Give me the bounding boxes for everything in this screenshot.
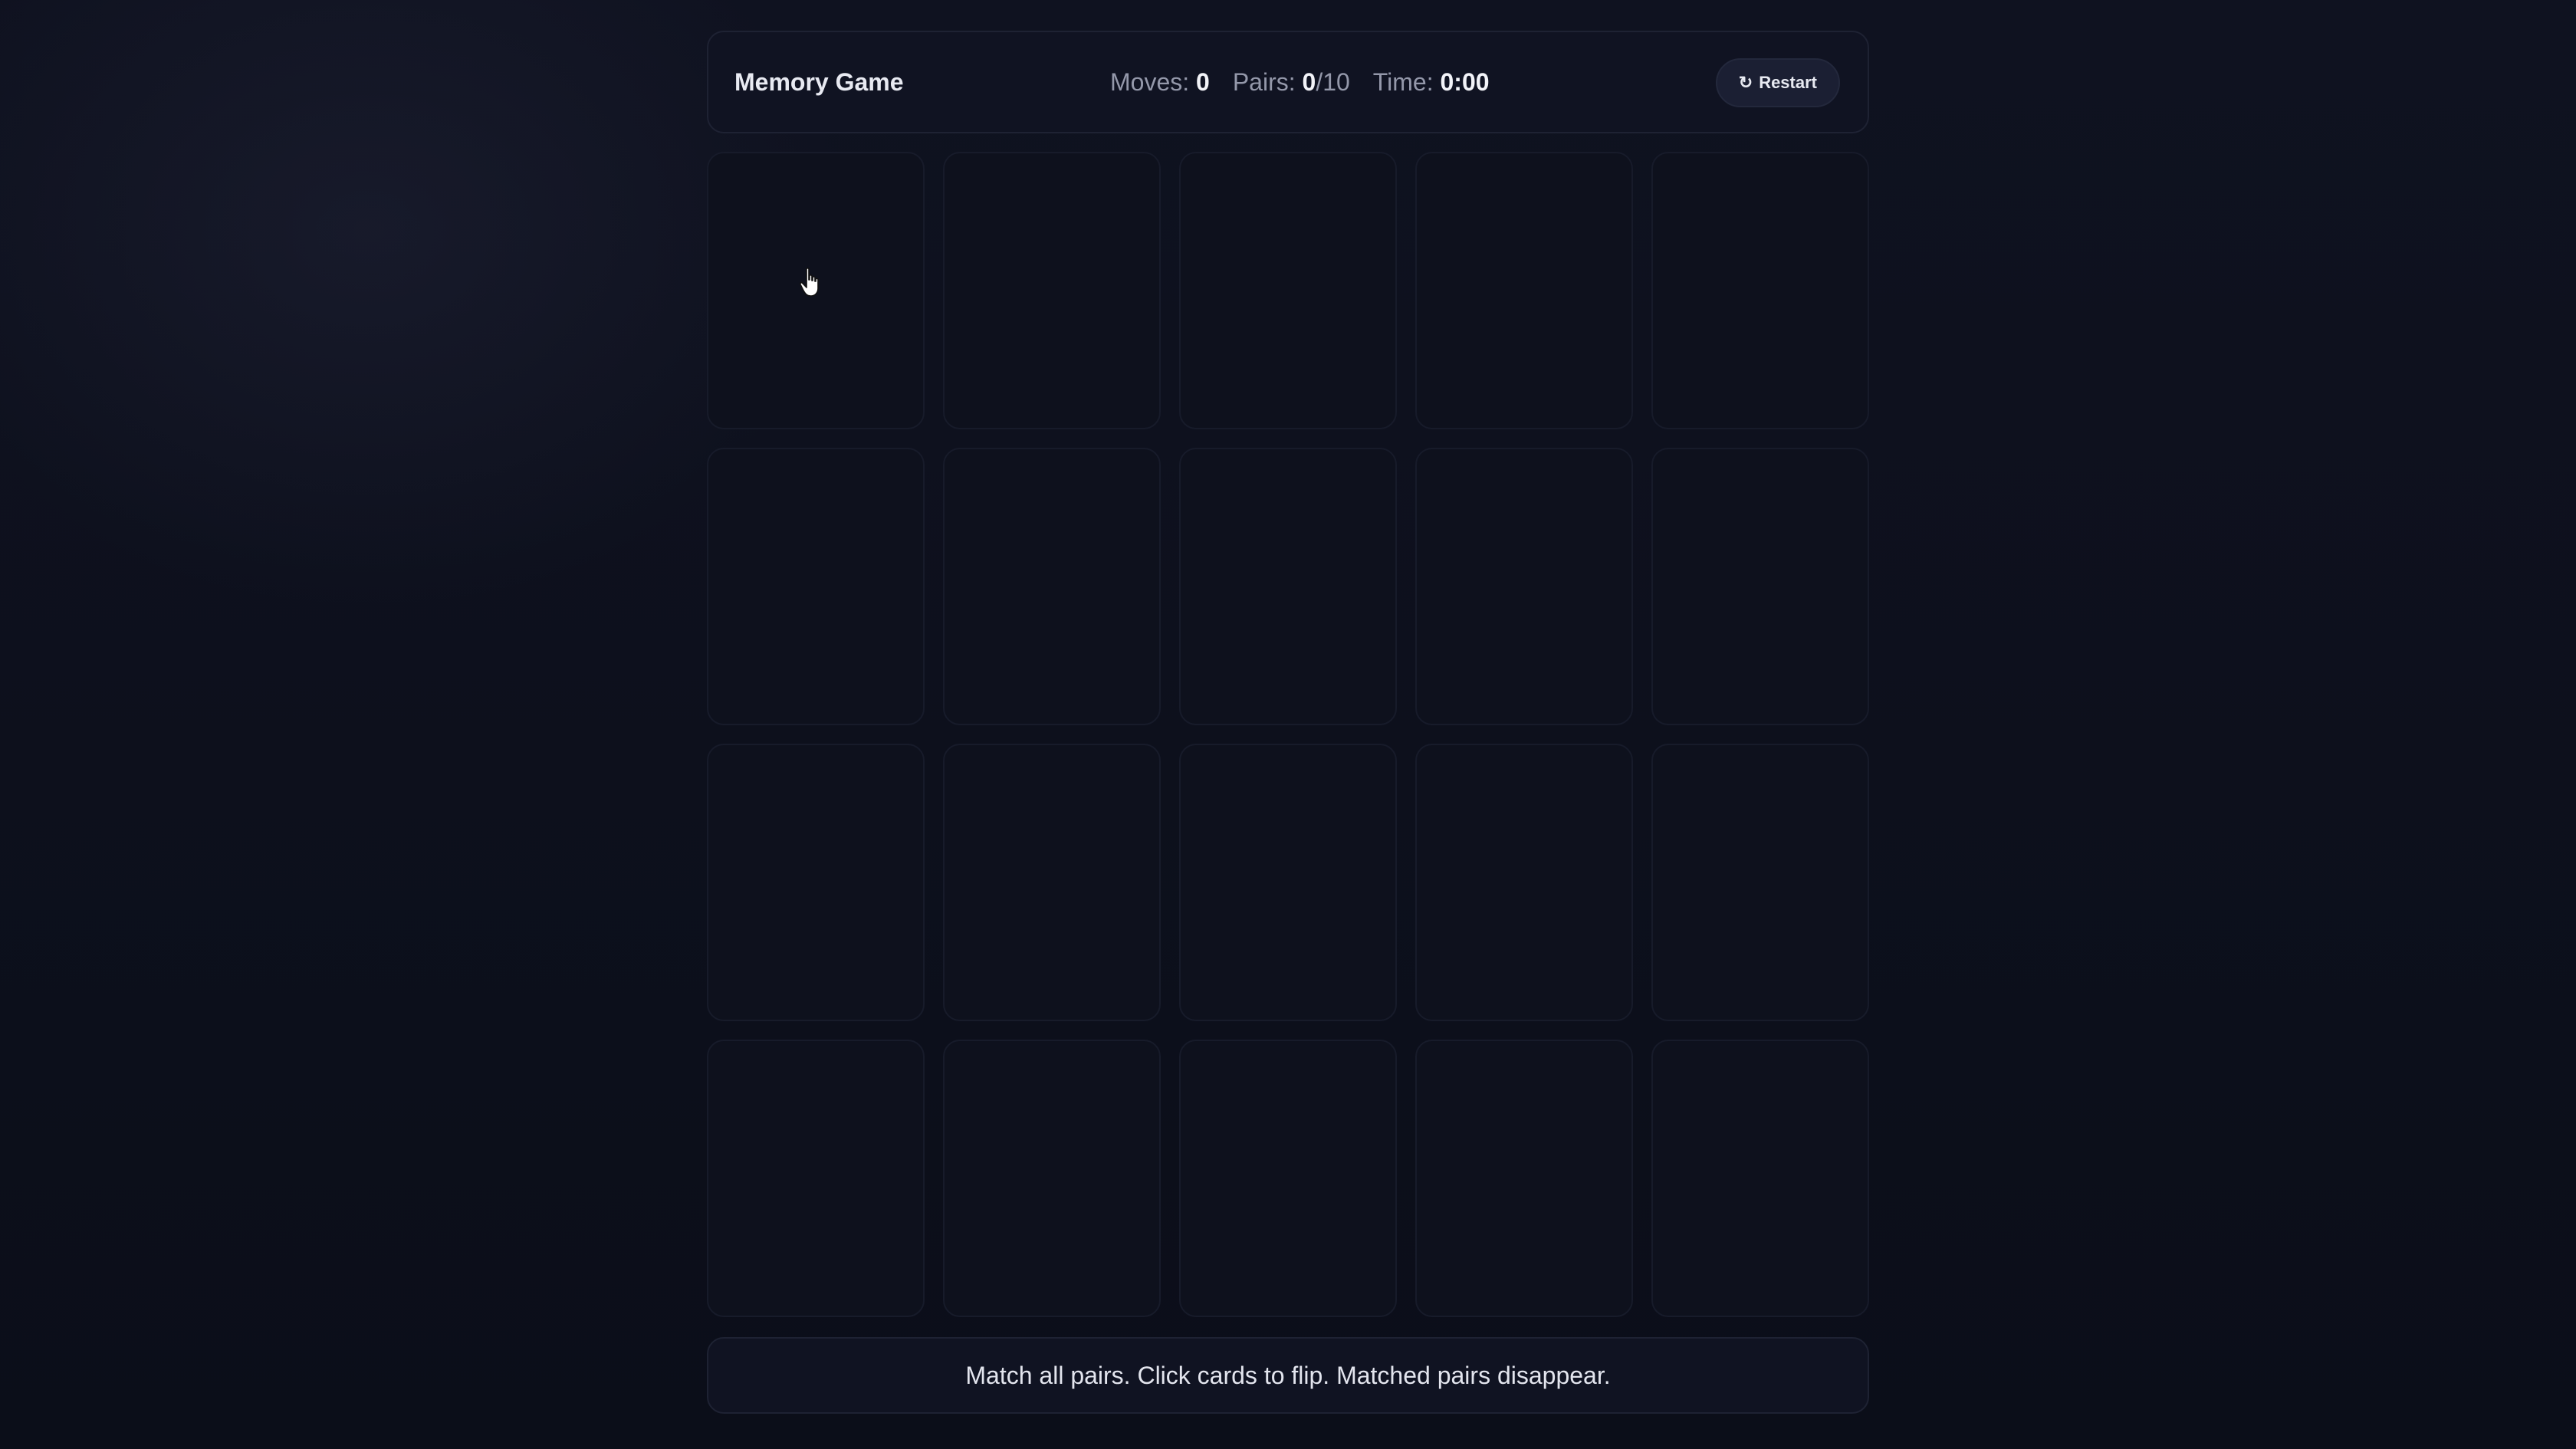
- memory-card[interactable]: [1651, 744, 1869, 1021]
- card-grid: [707, 152, 1869, 1317]
- memory-card[interactable]: [1179, 152, 1397, 429]
- moves-value: 0: [1196, 67, 1210, 96]
- memory-card[interactable]: [1651, 152, 1869, 429]
- pairs-total: /10: [1316, 67, 1350, 96]
- memory-card[interactable]: [1415, 152, 1633, 429]
- memory-card[interactable]: [1179, 448, 1397, 725]
- game-stats: Moves: 0 Pairs: 0/10 Time: 0:00: [1110, 32, 1513, 132]
- moves-label: Moves:: [1110, 67, 1190, 96]
- memory-card[interactable]: [943, 152, 1161, 429]
- memory-card[interactable]: [1651, 448, 1869, 725]
- time-stat: Time: 0:00: [1373, 68, 1490, 97]
- restart-label: Restart: [1759, 73, 1817, 92]
- memory-card[interactable]: [1651, 1040, 1869, 1317]
- memory-card[interactable]: [1415, 448, 1633, 725]
- pairs-label: Pairs:: [1232, 67, 1296, 96]
- moves-stat: Moves: 0: [1110, 68, 1210, 97]
- memory-card[interactable]: [1179, 744, 1397, 1021]
- memory-card[interactable]: [707, 448, 925, 725]
- pairs-stat: Pairs: 0/10: [1233, 68, 1350, 97]
- memory-card[interactable]: [943, 1040, 1161, 1317]
- memory-game: Memory Game Moves: 0 Pairs: 0/10 Time: 0…: [707, 31, 1869, 1414]
- memory-card[interactable]: [707, 1040, 925, 1317]
- memory-card[interactable]: [943, 744, 1161, 1021]
- game-title: Memory Game: [734, 67, 904, 96]
- refresh-icon: ↻: [1738, 73, 1753, 92]
- memory-card[interactable]: [1415, 1040, 1633, 1317]
- time-label: Time:: [1372, 67, 1434, 96]
- restart-button[interactable]: ↻ Restart: [1715, 58, 1840, 107]
- time-value: 0:00: [1440, 67, 1490, 96]
- game-header: Memory Game Moves: 0 Pairs: 0/10 Time: 0…: [707, 31, 1869, 133]
- pairs-value: 0: [1302, 67, 1316, 96]
- hand-cursor-icon: [800, 268, 819, 297]
- memory-card[interactable]: [707, 744, 925, 1021]
- instructions-text: Match all pairs. Click cards to flip. Ma…: [965, 1361, 1611, 1389]
- instructions-panel: Match all pairs. Click cards to flip. Ma…: [707, 1337, 1869, 1414]
- memory-card[interactable]: [943, 448, 1161, 725]
- memory-card[interactable]: [1415, 744, 1633, 1021]
- memory-card[interactable]: [1179, 1040, 1397, 1317]
